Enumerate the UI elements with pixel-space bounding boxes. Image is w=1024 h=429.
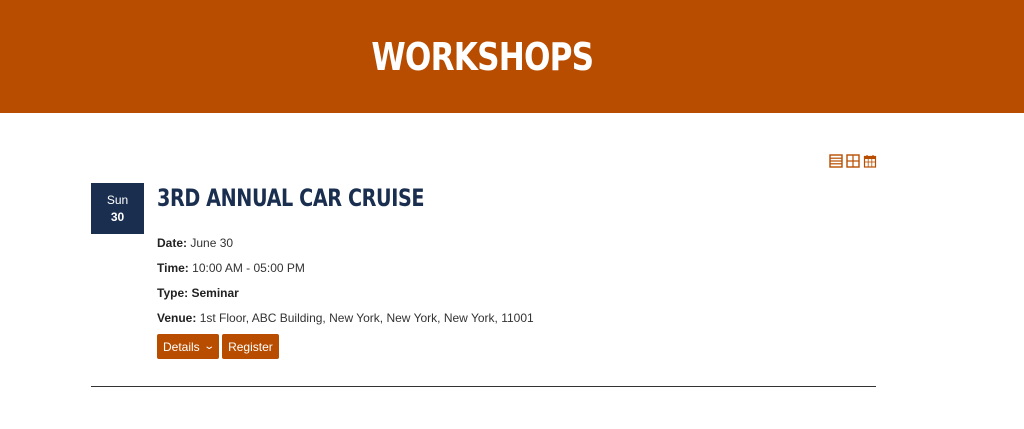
page-header: WORKSHOPS bbox=[0, 0, 1024, 113]
calendar-view-icon[interactable] bbox=[863, 154, 877, 168]
chevron-down-icon: ⌄ bbox=[203, 341, 215, 352]
details-button[interactable]: Details ⌄ bbox=[157, 334, 220, 359]
event-venue-value: 1st Floor, ABC Building, New York, New Y… bbox=[199, 311, 534, 325]
register-button[interactable]: Register bbox=[222, 334, 279, 359]
event-type: Type: Seminar bbox=[157, 286, 239, 300]
event-day: Sun bbox=[106, 192, 129, 207]
event-date-label: Date: bbox=[157, 236, 188, 250]
view-switcher bbox=[829, 154, 877, 168]
event-time-label: Time: bbox=[157, 261, 189, 275]
event-actions: Details ⌄ Register bbox=[157, 334, 279, 359]
event-venue: Venue: 1st Floor, ABC Building, New York… bbox=[157, 311, 534, 325]
event-time-value: 10:00 AM - 05:00 PM bbox=[192, 261, 305, 275]
event-venue-label: Venue: bbox=[157, 311, 197, 325]
event-title[interactable]: 3RD ANNUAL CAR CRUISE bbox=[157, 184, 425, 212]
event-time: Time: 10:00 AM - 05:00 PM bbox=[157, 261, 305, 275]
event-type-label: Type: bbox=[157, 286, 189, 300]
event-date: Date: June 30 bbox=[157, 236, 233, 250]
event-date-badge: Sun 30 bbox=[91, 183, 144, 234]
event-type-value: Seminar bbox=[191, 286, 239, 300]
divider bbox=[91, 386, 876, 387]
event-date-value: June 30 bbox=[190, 236, 234, 250]
list-view-icon[interactable] bbox=[829, 154, 843, 168]
page-title: WORKSHOPS bbox=[371, 34, 594, 79]
event-day-number: 30 bbox=[110, 209, 125, 224]
details-label: Details bbox=[163, 339, 200, 354]
grid-view-icon[interactable] bbox=[846, 154, 860, 168]
